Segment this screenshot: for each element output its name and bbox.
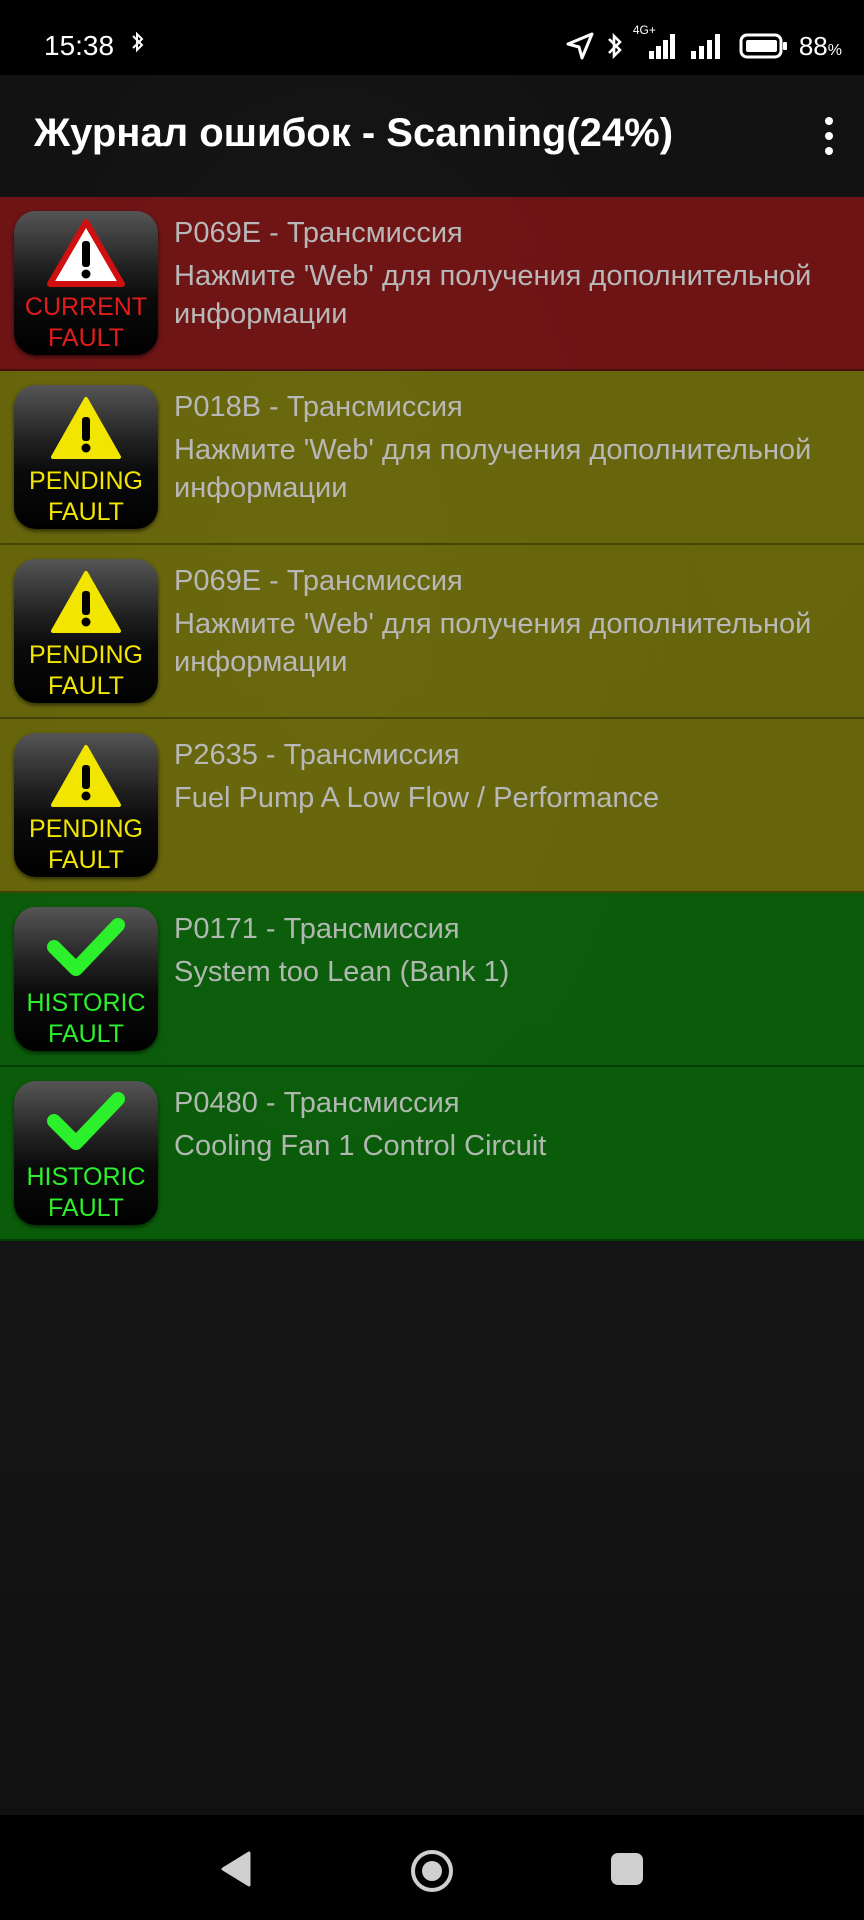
fault-status-badge: CURRENT FAULT (14, 211, 158, 355)
system-nav-bar (0, 1815, 864, 1920)
warning-triangle-icon (14, 391, 158, 467)
badge-label-line1: CURRENT (24, 293, 148, 321)
bluetooth-icon (130, 30, 146, 61)
fault-status-badge: PENDING FAULT (14, 559, 158, 703)
battery-percent-value: 88 (798, 30, 828, 61)
status-icons: 4G+ 88% (565, 23, 842, 66)
status-bar: 15:38 4G+ 88% (0, 0, 864, 75)
menu-dot (825, 147, 833, 155)
warning-triangle-icon (14, 565, 158, 641)
badge-label-line1: PENDING (29, 815, 143, 843)
badge-label-line2: FAULT (48, 1020, 124, 1048)
fault-code: P018B - Трансмиссия (174, 391, 463, 423)
signal-icon: 4G+ (633, 23, 679, 61)
fault-row[interactable]: PENDING FAULT P069E - Трансмиссия Нажмит… (0, 545, 864, 719)
signal-icon (689, 31, 729, 61)
warning-triangle-icon (14, 739, 158, 815)
checkmark-icon (14, 1087, 158, 1163)
fault-code: P069E - Трансмиссия (174, 565, 463, 597)
fault-list: CURRENT FAULT P069E - Трансмиссия Нажмит… (0, 197, 864, 1241)
fault-status-badge: PENDING FAULT (14, 385, 158, 529)
fault-description: Нажмите 'Web' для получения дополнительн… (174, 608, 812, 678)
badge-label-line1: HISTORIC (26, 989, 146, 1017)
badge-label-line1: HISTORIC (26, 1163, 146, 1191)
fault-status-badge: HISTORIC FAULT (14, 1081, 158, 1225)
badge-label-line2: FAULT (48, 324, 124, 352)
fault-row[interactable]: HISTORIC FAULT P0480 - Трансмиссия Cooli… (0, 1067, 864, 1241)
menu-dot (825, 132, 833, 140)
fault-code: P0171 - Трансмиссия (174, 913, 460, 945)
network-type-label: 4G+ (632, 23, 656, 37)
badge-label-line2: FAULT (48, 498, 124, 526)
page-title: Журнал ошибок - Scanning(24%) (34, 111, 674, 155)
checkmark-icon (14, 913, 158, 989)
fault-description: Нажмите 'Web' для получения дополнительн… (174, 434, 812, 504)
badge-label-line2: FAULT (48, 1194, 124, 1222)
fault-description: System too Lean (Bank 1) (174, 956, 510, 988)
fault-row[interactable]: CURRENT FAULT P069E - Трансмиссия Нажмит… (0, 197, 864, 371)
battery-percent: 88% (799, 31, 842, 62)
back-icon[interactable] (215, 1847, 259, 1891)
fault-description: Cooling Fan 1 Control Circuit (174, 1130, 547, 1162)
fault-row[interactable]: PENDING FAULT P2635 - Трансмиссия Fuel P… (0, 719, 864, 893)
fault-row[interactable]: PENDING FAULT P018B - Трансмиссия Нажмит… (0, 371, 864, 545)
fault-status-badge: HISTORIC FAULT (14, 907, 158, 1051)
fault-status-badge: PENDING FAULT (14, 733, 158, 877)
status-time: 15:38 (44, 30, 115, 61)
badge-label-line1: PENDING (29, 641, 143, 669)
badge-label-line2: FAULT (48, 672, 124, 700)
app-bar: Журнал ошибок - Scanning(24%) (0, 75, 864, 197)
fault-description: Нажмите 'Web' для получения дополнительн… (174, 260, 812, 330)
fault-description: Fuel Pump A Low Flow / Performance (174, 782, 660, 814)
badge-label-line1: PENDING (29, 467, 143, 495)
battery-percent-unit: % (827, 41, 842, 59)
fault-code: P069E - Трансмиссия (174, 217, 463, 249)
battery-icon (739, 32, 789, 60)
recents-icon[interactable] (605, 1847, 649, 1891)
more-vertical-icon[interactable] (814, 111, 844, 161)
home-icon[interactable] (408, 1847, 453, 1892)
badge-label-line2: FAULT (48, 846, 124, 874)
warning-triangle-icon (14, 217, 158, 293)
fault-code: P2635 - Трансмиссия (174, 739, 460, 771)
location-arrow-icon (565, 31, 595, 61)
bluetooth-icon (605, 31, 625, 61)
menu-dot (825, 117, 833, 125)
fault-row[interactable]: HISTORIC FAULT P0171 - Трансмиссия Syste… (0, 893, 864, 1067)
fault-code: P0480 - Трансмиссия (174, 1087, 460, 1119)
